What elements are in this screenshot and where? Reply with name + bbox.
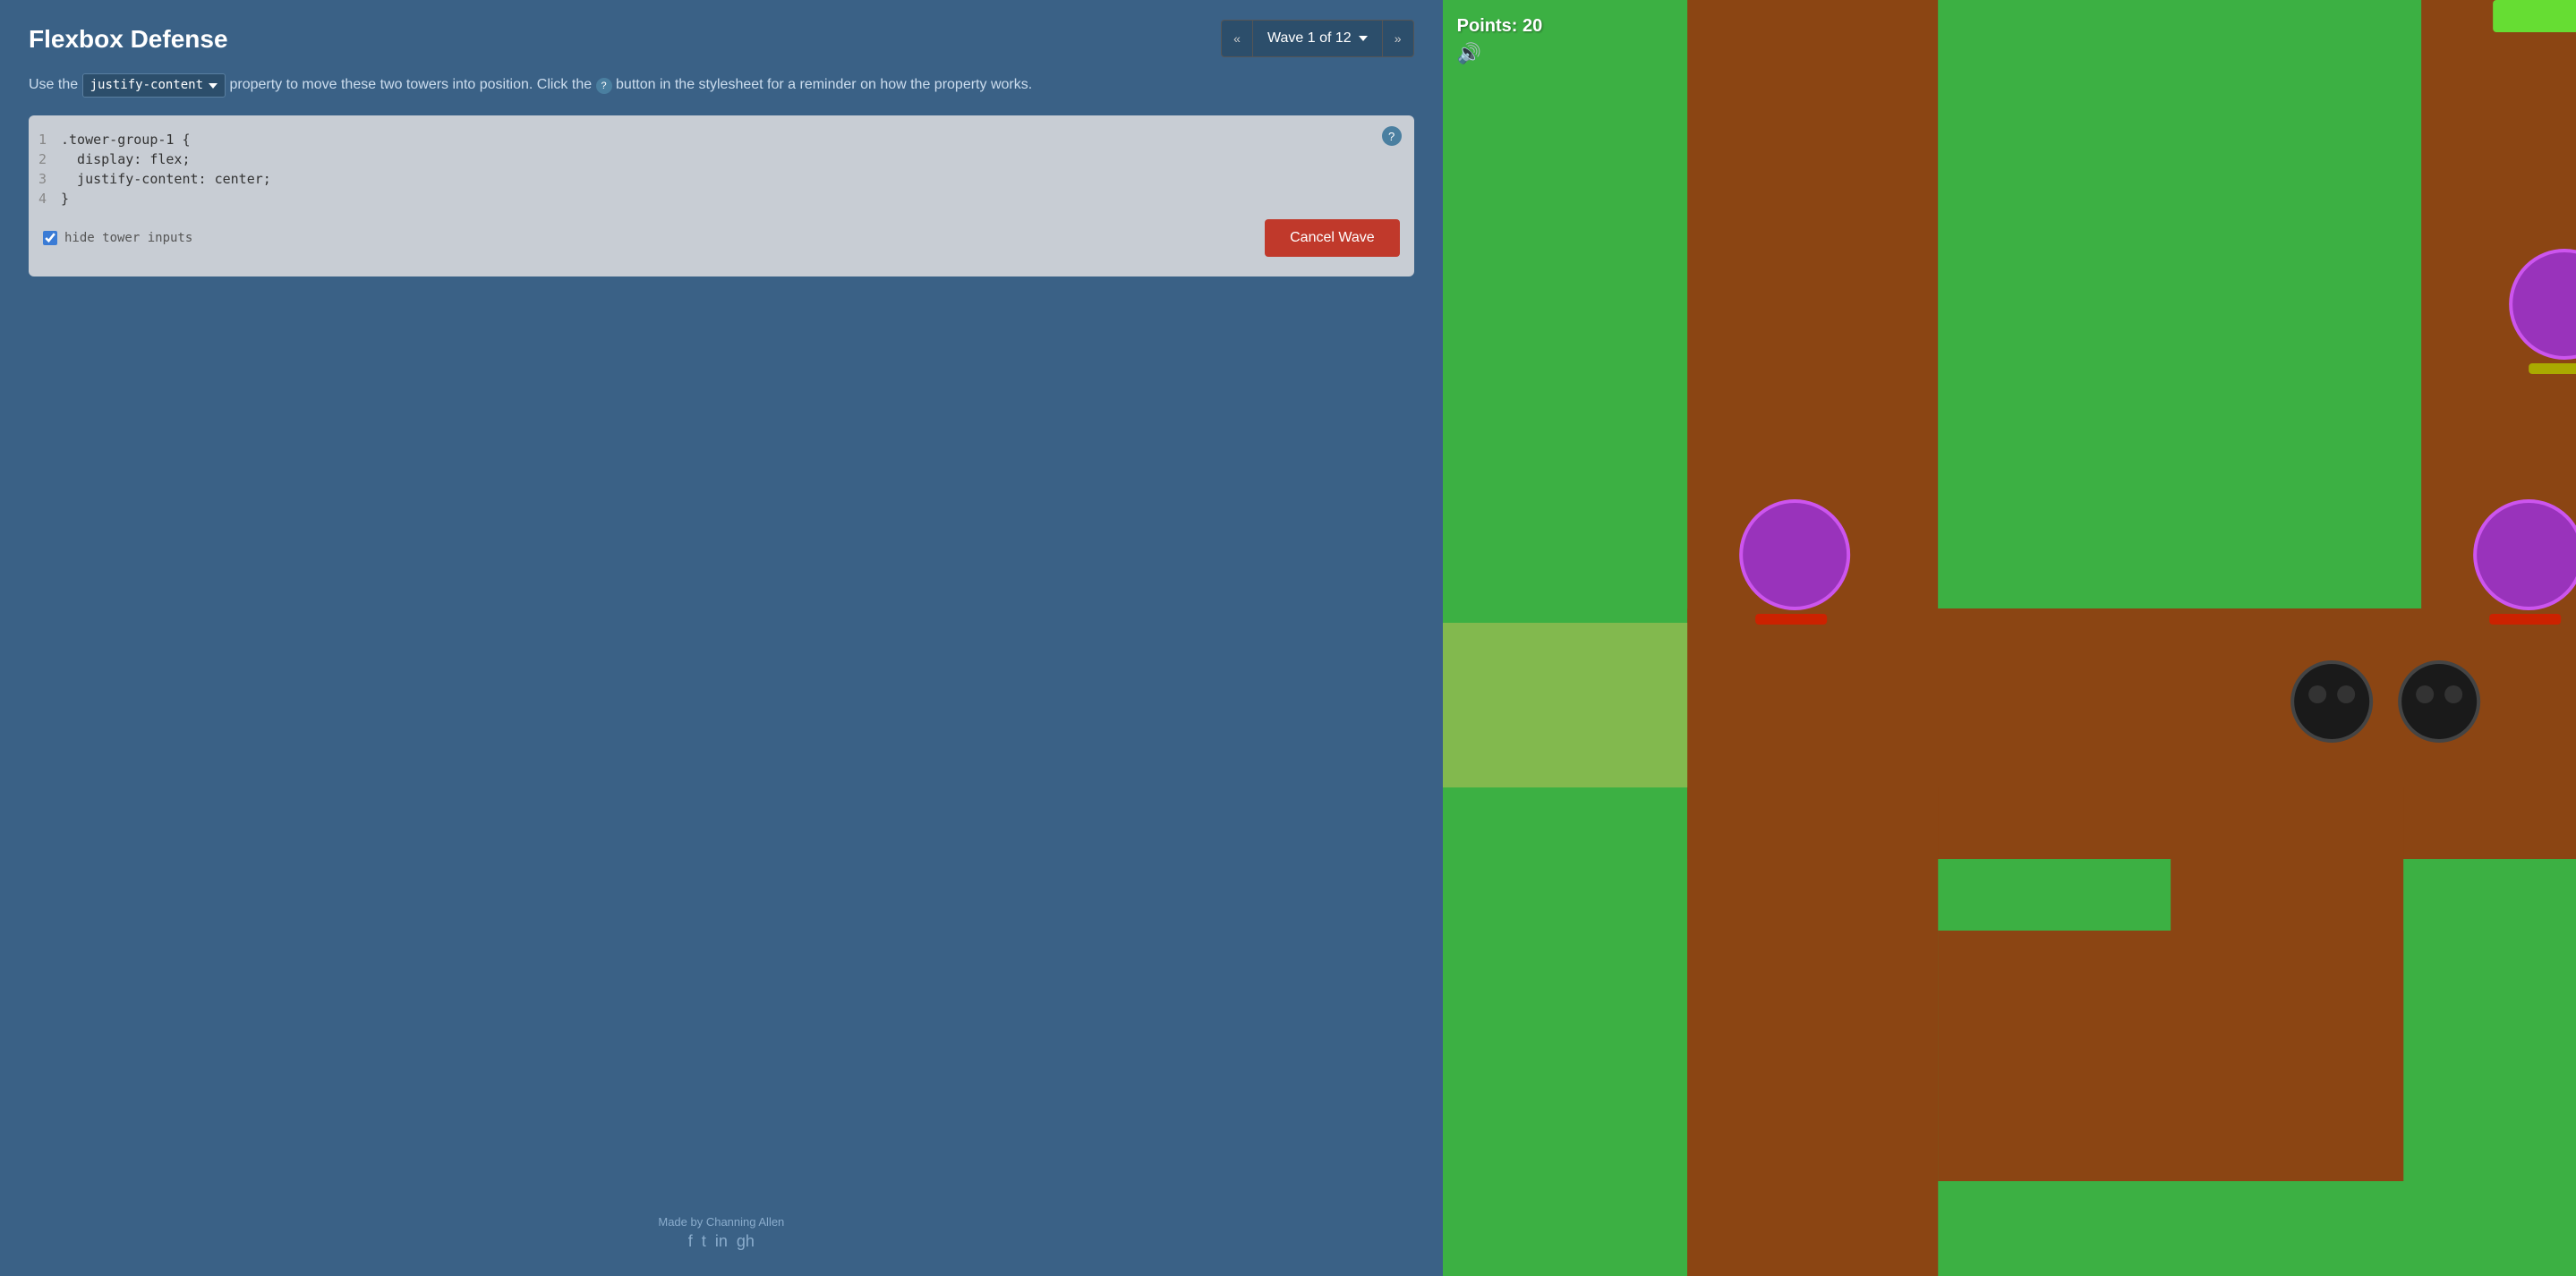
app-title: Flexbox Defense — [29, 25, 1414, 54]
social-icons: f t in gh — [29, 1232, 1414, 1251]
code-line-1: 1 .tower-group-1 { — [29, 130, 1414, 149]
wave-navigation: « Wave 1 of 12 » — [1221, 20, 1414, 57]
code-help-button[interactable]: ? — [1382, 126, 1402, 146]
editor-footer: hide tower inputs Cancel Wave — [29, 208, 1414, 257]
code-line-3[interactable]: 3 justify-content: center; — [29, 169, 1414, 189]
wave-dropdown-chevron — [1359, 36, 1368, 41]
twitter-icon[interactable]: t — [702, 1232, 706, 1251]
linkedin-icon[interactable]: in — [715, 1232, 728, 1251]
instruction-suffix2: button in the stylesheet for a reminder … — [616, 77, 1032, 92]
cancel-wave-button[interactable]: Cancel Wave — [1265, 219, 1400, 257]
help-button-inline[interactable]: ? — [596, 78, 612, 94]
prev-wave-button[interactable]: « — [1221, 20, 1253, 57]
next-wave-button[interactable]: » — [1382, 20, 1414, 57]
property-chevron — [209, 83, 218, 89]
points-display: Points: 20 — [1457, 16, 1543, 37]
code-line-2: 2 display: flex; — [29, 149, 1414, 169]
hide-tower-inputs-label[interactable]: hide tower inputs — [43, 231, 192, 245]
wave-label[interactable]: Wave 1 of 12 — [1253, 20, 1382, 57]
game-canvas — [1443, 0, 2576, 1276]
facebook-icon[interactable]: f — [688, 1232, 693, 1251]
property-badge[interactable]: justify-content — [82, 73, 226, 98]
instruction-text: Use the justify-content property to move… — [29, 73, 1414, 98]
attribution: Made by Channing Allen f t in gh — [29, 1215, 1414, 1251]
sound-icon[interactable]: 🔊 — [1457, 42, 1543, 65]
github-icon[interactable]: gh — [737, 1232, 755, 1251]
code-line-4: 4 } — [29, 189, 1414, 208]
hide-tower-inputs-checkbox[interactable] — [43, 231, 57, 245]
instruction-prefix: Use the — [29, 77, 78, 92]
game-hud: Points: 20 🔊 — [1457, 16, 1543, 65]
instruction-suffix: property to move these two towers into p… — [229, 77, 592, 92]
left-panel: Flexbox Defense « Wave 1 of 12 » Use the… — [0, 0, 1443, 1276]
code-editor: ? 1 .tower-group-1 { 2 display: flex; 3 … — [29, 115, 1414, 276]
right-panel: Points: 20 🔊 — [1443, 0, 2576, 1276]
